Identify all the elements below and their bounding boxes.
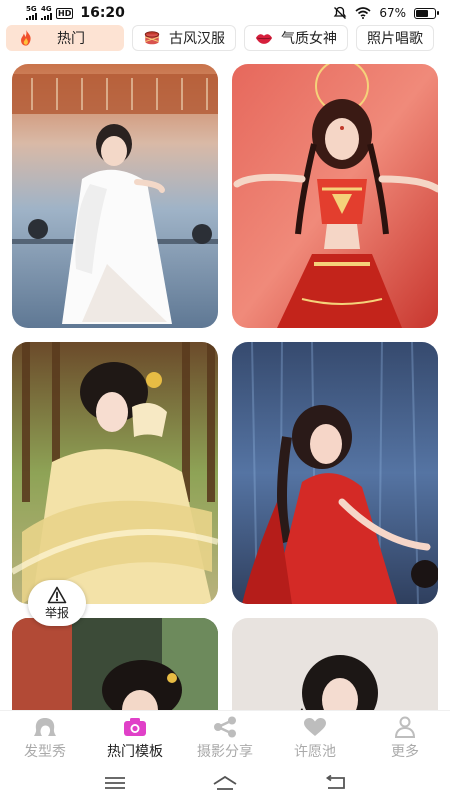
nav-label: 摄影分享 <box>197 744 253 760</box>
nav-label: 许愿池 <box>294 744 336 760</box>
nav-label: 更多 <box>391 744 419 760</box>
tab-goddess[interactable]: 气质女神 <box>244 25 348 51</box>
template-card-3[interactable] <box>12 342 218 604</box>
camera-icon <box>124 718 146 736</box>
home-icon[interactable] <box>212 775 238 791</box>
system-nav-bar <box>0 766 450 800</box>
heart-icon <box>304 718 326 736</box>
tab-label: 气质女神 <box>281 31 337 47</box>
battery-percent: 67% <box>379 6 406 20</box>
report-button[interactable]: 举报 <box>28 580 86 626</box>
nav-wishing-pool[interactable]: 许愿池 <box>270 711 360 766</box>
signal-5g-icon: 5G <box>26 6 37 20</box>
back-icon[interactable] <box>322 775 348 791</box>
nav-label: 热门模板 <box>107 744 163 760</box>
menu-icon[interactable] <box>102 775 128 791</box>
share-icon <box>214 716 236 738</box>
mute-icon <box>334 6 347 19</box>
nav-more[interactable]: 更多 <box>360 711 450 766</box>
network-label: 5G <box>26 5 37 13</box>
tab-label: 热门 <box>57 31 85 47</box>
template-card-4[interactable] <box>232 342 438 604</box>
person-icon <box>394 716 416 738</box>
template-card-2[interactable] <box>232 64 438 328</box>
drum-icon <box>144 31 160 45</box>
wifi-icon <box>355 7 371 19</box>
hairstyle-icon <box>34 718 56 736</box>
network-label: 4G <box>41 5 52 13</box>
template-card-1[interactable] <box>12 64 218 328</box>
tab-label: 照片唱歌 <box>367 31 423 47</box>
status-bar: 5G 4G HD 16:20 67% <box>0 0 450 26</box>
template-thumbnail <box>232 64 438 328</box>
app-screen: 5G 4G HD 16:20 67% 热门 古风汉服 气质女神 照片唱歌 举报 … <box>0 0 450 800</box>
template-thumbnail <box>12 342 218 604</box>
hd-badge: HD <box>56 7 74 19</box>
template-thumbnail <box>12 618 218 710</box>
template-thumbnail <box>12 64 218 328</box>
tab-hot[interactable]: 热门 <box>6 25 124 51</box>
warning-icon <box>47 586 67 603</box>
tab-photo-sing[interactable]: 照片唱歌 <box>356 25 434 51</box>
template-thumbnail <box>232 342 438 604</box>
nav-hot-templates[interactable]: 热门模板 <box>90 711 180 766</box>
clock: 16:20 <box>80 5 125 21</box>
fire-icon <box>21 29 31 46</box>
battery-icon <box>414 7 439 19</box>
nav-photo-share[interactable]: 摄影分享 <box>180 711 270 766</box>
template-card-6[interactable] <box>232 618 438 710</box>
tab-hanfu[interactable]: 古风汉服 <box>132 25 236 51</box>
tab-label: 古风汉服 <box>169 31 225 47</box>
category-tabs: 热门 古风汉服 气质女神 照片唱歌 <box>0 25 450 55</box>
nav-label: 发型秀 <box>24 744 66 760</box>
nav-hairstyle[interactable]: 发型秀 <box>0 711 90 766</box>
lips-icon <box>255 34 273 44</box>
template-card-5[interactable] <box>12 618 218 710</box>
bottom-nav: 发型秀 热门模板 摄影分享 许愿池 更多 <box>0 710 450 766</box>
signal-4g-icon: 4G <box>41 6 52 20</box>
template-thumbnail <box>232 618 438 710</box>
report-label: 举报 <box>44 605 69 620</box>
